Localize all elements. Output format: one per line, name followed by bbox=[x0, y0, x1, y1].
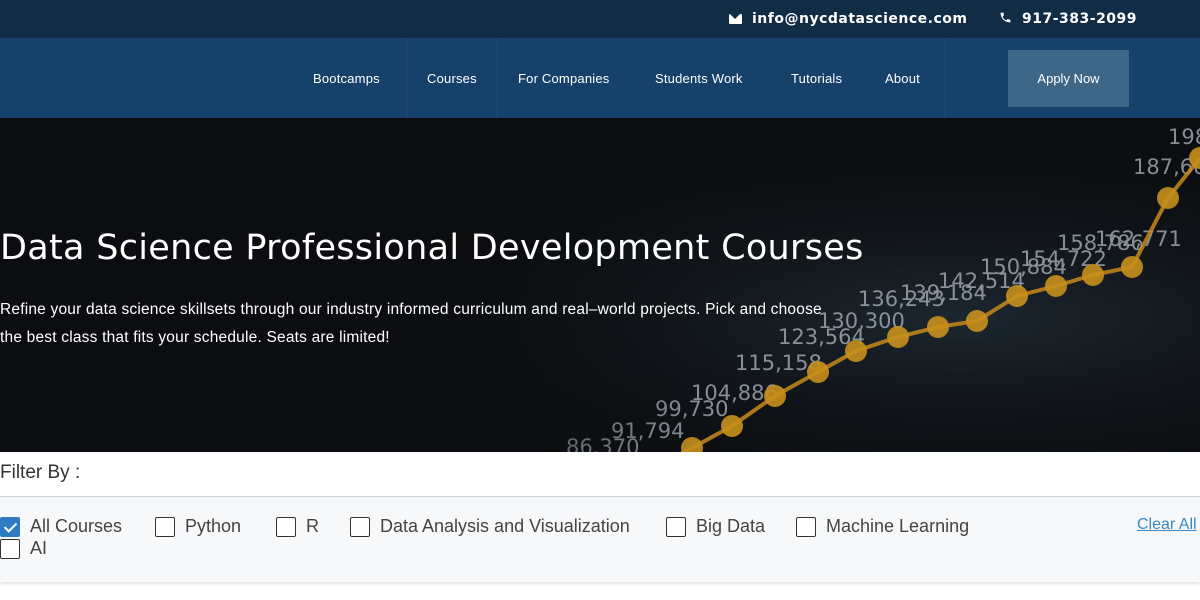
checkbox-machine-learning[interactable] bbox=[796, 516, 816, 537]
contact-phone[interactable]: 917-383-2099 bbox=[999, 0, 1137, 38]
filter-option-ai[interactable]: AI bbox=[0, 538, 47, 559]
filter-option-machine-learning[interactable]: Machine Learning bbox=[796, 516, 969, 537]
filter-option-label: Machine Learning bbox=[826, 516, 970, 536]
checkbox-ai[interactable] bbox=[0, 538, 20, 559]
bg-chart-dot bbox=[845, 340, 867, 362]
filter-option-label: Python bbox=[185, 516, 242, 536]
nav-for-companies[interactable]: For Companies bbox=[518, 38, 609, 118]
bg-chart-dot bbox=[807, 361, 829, 383]
filter-option-python[interactable]: Python bbox=[155, 516, 241, 537]
clear-all-link[interactable]: Clear All bbox=[1137, 516, 1197, 534]
hero-background-chart: 86,37091,79499,730104,886115,158123,5641… bbox=[0, 118, 1200, 452]
nav-courses[interactable]: Courses bbox=[427, 38, 477, 118]
filter-option-label: AI bbox=[30, 538, 48, 558]
apply-now-button[interactable]: Apply Now bbox=[1008, 50, 1129, 107]
bg-chart-dot bbox=[721, 415, 743, 437]
filter-option-all-courses[interactable]: All Courses bbox=[0, 516, 122, 537]
checkbox-big-data[interactable] bbox=[666, 516, 686, 537]
bg-chart-dot bbox=[887, 326, 909, 348]
bg-chart-dot bbox=[1157, 187, 1179, 209]
phone-icon bbox=[999, 11, 1012, 28]
bg-number-label: 162,771 bbox=[1095, 227, 1182, 251]
bg-chart-dot bbox=[1121, 256, 1143, 278]
bg-chart-dot bbox=[1082, 264, 1104, 286]
hero-title: Data Science Professional Development Co… bbox=[0, 228, 864, 268]
nav-about[interactable]: About bbox=[885, 38, 920, 118]
bg-chart-dot bbox=[927, 316, 949, 338]
filter-option-big-data[interactable]: Big Data bbox=[666, 516, 765, 537]
nav-divider bbox=[497, 38, 498, 118]
hero-banner: 86,37091,79499,730104,886115,158123,5641… bbox=[0, 118, 1200, 452]
main-navbar: Bootcamps Courses For Companies Students… bbox=[0, 38, 1200, 118]
hero-description: Refine your data science skillsets throu… bbox=[0, 301, 822, 346]
filter-option-label: Big Data bbox=[696, 516, 766, 536]
phone-text[interactable]: 917-383-2099 bbox=[1022, 11, 1137, 27]
email-text[interactable]: info@nycdatascience.com bbox=[752, 11, 967, 27]
envelope-icon bbox=[729, 14, 742, 24]
bg-chart-dot bbox=[966, 310, 988, 332]
bg-number-label: 198 bbox=[1168, 125, 1200, 149]
filter-option-data-analysis[interactable]: Data Analysis and Visualization bbox=[350, 516, 630, 537]
bg-chart-dot bbox=[1006, 285, 1028, 307]
filter-option-label: R bbox=[306, 516, 319, 536]
checkbox-all-courses[interactable] bbox=[0, 516, 20, 537]
bg-chart-dot bbox=[1045, 275, 1067, 297]
filter-option-label: Data Analysis and Visualization bbox=[380, 516, 630, 536]
contact-email[interactable]: info@nycdatascience.com bbox=[729, 0, 967, 38]
top-contact-bar: info@nycdatascience.com 917-383-2099 bbox=[0, 0, 1200, 38]
filter-option-r[interactable]: R bbox=[276, 516, 319, 537]
filter-panel bbox=[0, 496, 1200, 582]
nav-students-work[interactable]: Students Work bbox=[655, 38, 743, 118]
nav-divider bbox=[945, 38, 946, 118]
checkbox-r[interactable] bbox=[276, 516, 296, 537]
nav-bootcamps[interactable]: Bootcamps bbox=[313, 38, 380, 118]
filter-by-label: Filter By : bbox=[0, 462, 81, 483]
nav-divider bbox=[406, 38, 407, 118]
bg-chart-dot bbox=[764, 385, 786, 407]
nav-tutorials[interactable]: Tutorials bbox=[791, 38, 842, 118]
filter-option-label: All Courses bbox=[30, 516, 123, 536]
checkbox-data-analysis[interactable] bbox=[350, 516, 370, 537]
checkbox-python[interactable] bbox=[155, 516, 175, 537]
